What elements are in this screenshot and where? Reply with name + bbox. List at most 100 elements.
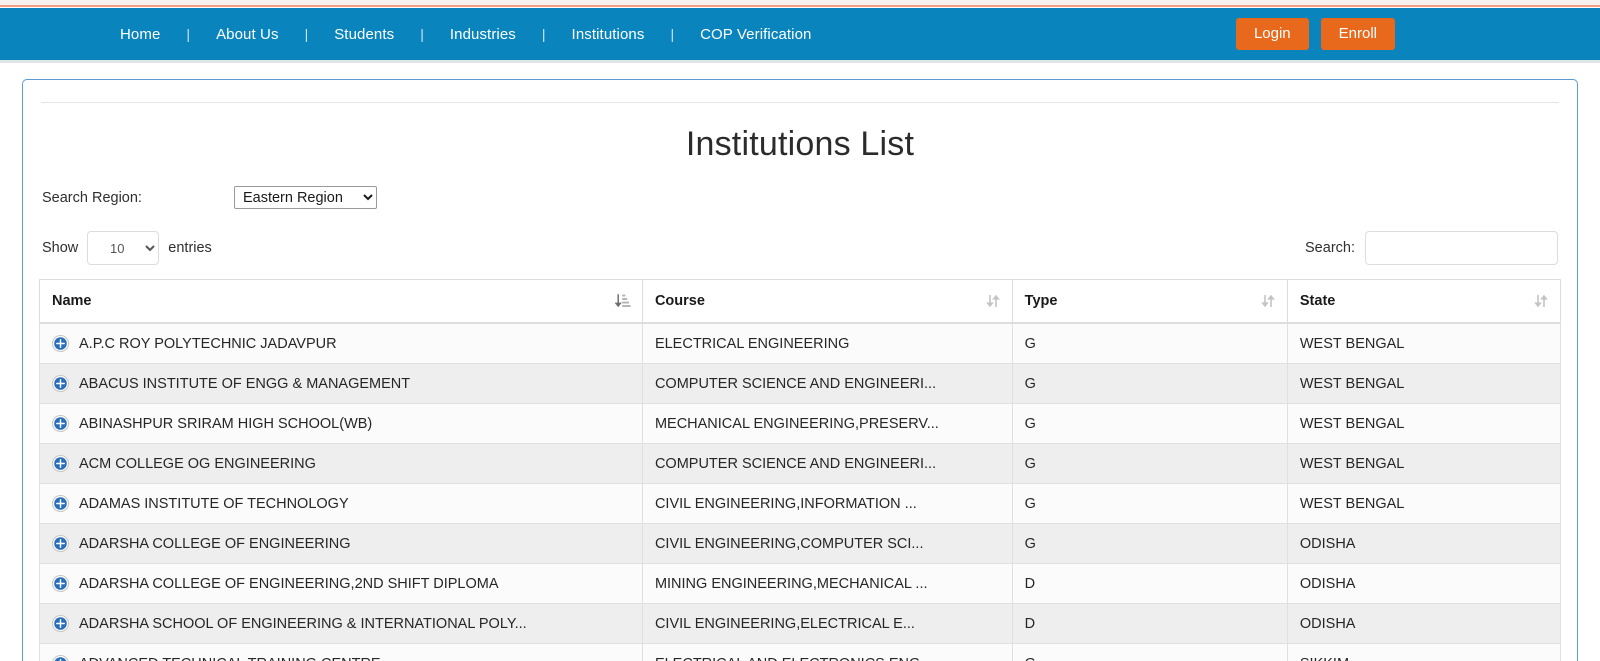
table-header-row: Name Course Type State xyxy=(39,279,1562,324)
institution-type: G xyxy=(1024,495,1036,512)
cell-state: WEST BENGAL xyxy=(1286,403,1562,444)
nav-separator: | xyxy=(186,26,191,42)
table-row[interactable]: ADVANCED TECHNICAL TRAINING CENTRE ELECTR… xyxy=(39,643,1562,661)
table-row[interactable]: ADARSHA COLLEGE OF ENGINEERING,2ND SHIFT… xyxy=(39,563,1562,604)
cell-state: ODISHA xyxy=(1286,603,1562,644)
nav-separator: | xyxy=(541,26,546,42)
institution-course: COMPUTER SCIENCE AND ENGINEERI... xyxy=(654,455,937,472)
table-body: A.P.C ROY POLYTECHNIC JADAVPUR ELECTRICAL… xyxy=(39,323,1562,661)
cell-course: CIVIL ENGINEERING,INFORMATION ... xyxy=(641,483,1013,524)
table-row[interactable]: ACM COLLEGE OG ENGINEERING COMPUTER SCIEN… xyxy=(39,443,1562,484)
nav-item-cop-verification[interactable]: COP Verification xyxy=(698,26,813,43)
nav-item-home[interactable]: Home xyxy=(118,26,162,43)
institution-state: WEST BENGAL xyxy=(1299,335,1405,352)
expand-row-icon[interactable] xyxy=(52,335,69,352)
expand-row-icon[interactable] xyxy=(52,415,69,432)
cell-course: ELECTRICAL AND ELECTRONICS ENG xyxy=(641,643,1013,661)
column-header-state[interactable]: State xyxy=(1286,279,1562,324)
expand-row-icon[interactable] xyxy=(52,455,69,472)
entries-per-page-select[interactable]: 10 xyxy=(87,231,160,265)
institution-name: ACM COLLEGE OG ENGINEERING xyxy=(79,455,316,472)
datatable-search-control: Search: xyxy=(1305,231,1558,265)
institution-name: ABACUS INSTITUTE OF ENGG & MANAGEMENT xyxy=(79,375,411,392)
nav-item-about-us[interactable]: About Us xyxy=(214,26,281,43)
institution-type: G xyxy=(1024,455,1036,472)
search-input[interactable] xyxy=(1365,231,1558,265)
column-header-name-label: Name xyxy=(52,293,92,309)
table-row[interactable]: ABACUS INSTITUTE OF ENGG & MANAGEMENT COM… xyxy=(39,363,1562,404)
table-row[interactable]: ADAMAS INSTITUTE OF TECHNOLOGY CIVIL ENGI… xyxy=(39,483,1562,524)
cell-type: G xyxy=(1011,403,1288,444)
nav-separator: | xyxy=(304,26,309,42)
institution-name: ADARSHA SCHOOL OF ENGINEERING & INTERNAT… xyxy=(79,615,527,632)
cell-name: ADARSHA SCHOOL OF ENGINEERING & INTERNAT… xyxy=(39,603,643,644)
cell-type: D xyxy=(1011,603,1288,644)
institution-course: CIVIL ENGINEERING,COMPUTER SCI... xyxy=(654,535,924,552)
institution-state: WEST BENGAL xyxy=(1299,415,1405,432)
institution-name: ADARSHA COLLEGE OF ENGINEERING xyxy=(79,535,351,552)
table-head: Name Course Type State xyxy=(39,279,1562,324)
institution-course: MINING ENGINEERING,MECHANICAL ... xyxy=(654,575,928,592)
cell-state: SIKKIM xyxy=(1286,643,1562,661)
institution-type: G xyxy=(1024,415,1036,432)
datatable-controls: Show 10 entries Search: xyxy=(39,231,1561,265)
cell-state: WEST BENGAL xyxy=(1286,443,1562,484)
column-header-type[interactable]: Type xyxy=(1011,279,1288,324)
search-region-label: Search Region: xyxy=(42,189,142,206)
cell-name: ABINASHPUR SRIRAM HIGH SCHOOL(WB) xyxy=(39,403,643,444)
main-navbar: Home | About Us | Students | Industries … xyxy=(0,8,1600,60)
datatable-length-control: Show 10 entries xyxy=(42,231,212,265)
cell-name: ADVANCED TECHNICAL TRAINING CENTRE xyxy=(39,643,643,661)
institution-course: ELECTRICAL ENGINEERING xyxy=(654,335,850,352)
institution-name: ADAMAS INSTITUTE OF TECHNOLOGY xyxy=(79,495,349,512)
expand-row-icon[interactable] xyxy=(52,615,69,632)
nav-separator: | xyxy=(670,26,675,42)
sort-both-icon xyxy=(1261,294,1275,308)
cell-state: ODISHA xyxy=(1286,563,1562,604)
cell-state: WEST BENGAL xyxy=(1286,483,1562,524)
expand-row-icon[interactable] xyxy=(52,535,69,552)
expand-row-icon[interactable] xyxy=(52,655,69,661)
login-button[interactable]: Login xyxy=(1235,18,1309,50)
table-row[interactable]: ADARSHA SCHOOL OF ENGINEERING & INTERNAT… xyxy=(39,603,1562,644)
expand-row-icon[interactable] xyxy=(52,495,69,512)
search-label: Search: xyxy=(1305,240,1355,256)
column-header-course-label: Course xyxy=(654,293,705,309)
institution-course: CIVIL ENGINEERING,ELECTRICAL E... xyxy=(654,615,915,632)
column-header-state-label: State xyxy=(1299,293,1336,309)
table-row[interactable]: A.P.C ROY POLYTECHNIC JADAVPUR ELECTRICAL… xyxy=(39,323,1562,364)
institution-state: WEST BENGAL xyxy=(1299,375,1405,392)
cell-course: CIVIL ENGINEERING,ELECTRICAL E... xyxy=(641,603,1013,644)
institution-course: ELECTRICAL AND ELECTRONICS ENG xyxy=(655,656,920,661)
search-region-select[interactable]: Eastern Region xyxy=(233,186,377,209)
cell-type: G xyxy=(1011,323,1288,364)
cell-name: ADARSHA COLLEGE OF ENGINEERING xyxy=(39,523,643,564)
column-header-name[interactable]: Name xyxy=(39,279,643,324)
cell-course: COMPUTER SCIENCE AND ENGINEERI... xyxy=(641,363,1013,404)
cell-type: G xyxy=(1011,483,1288,524)
nav-item-students[interactable]: Students xyxy=(332,26,396,43)
institution-state: ODISHA xyxy=(1299,575,1356,592)
expand-row-icon[interactable] xyxy=(52,375,69,392)
sort-both-icon xyxy=(985,294,1000,308)
expand-row-icon[interactable] xyxy=(52,575,69,592)
table-row[interactable]: ADARSHA COLLEGE OF ENGINEERING CIVIL ENGI… xyxy=(39,523,1562,564)
cell-type: G xyxy=(1011,643,1288,661)
entries-label: entries xyxy=(168,240,212,256)
institution-type: D xyxy=(1024,575,1036,592)
cell-state: ODISHA xyxy=(1286,523,1562,564)
table-row[interactable]: ABINASHPUR SRIRAM HIGH SCHOOL(WB) MECHANI… xyxy=(39,403,1562,444)
nav-item-institutions[interactable]: Institutions xyxy=(570,26,647,43)
cell-state: WEST BENGAL xyxy=(1286,363,1562,404)
nav-links: Home | About Us | Students | Industries … xyxy=(118,26,813,43)
institution-name: ADVANCED TECHNICAL TRAINING CENTRE xyxy=(79,656,381,661)
institution-type: G xyxy=(1024,535,1036,552)
column-header-course[interactable]: Course xyxy=(641,279,1013,324)
institution-state: ODISHA xyxy=(1299,535,1356,552)
cell-state: WEST BENGAL xyxy=(1286,323,1562,364)
institution-name: ADARSHA COLLEGE OF ENGINEERING,2ND SHIFT… xyxy=(79,575,499,592)
enroll-button[interactable]: Enroll xyxy=(1320,18,1395,50)
cell-name: ACM COLLEGE OG ENGINEERING xyxy=(39,443,643,484)
nav-item-industries[interactable]: Industries xyxy=(448,26,518,43)
institution-type: G xyxy=(1024,335,1036,352)
